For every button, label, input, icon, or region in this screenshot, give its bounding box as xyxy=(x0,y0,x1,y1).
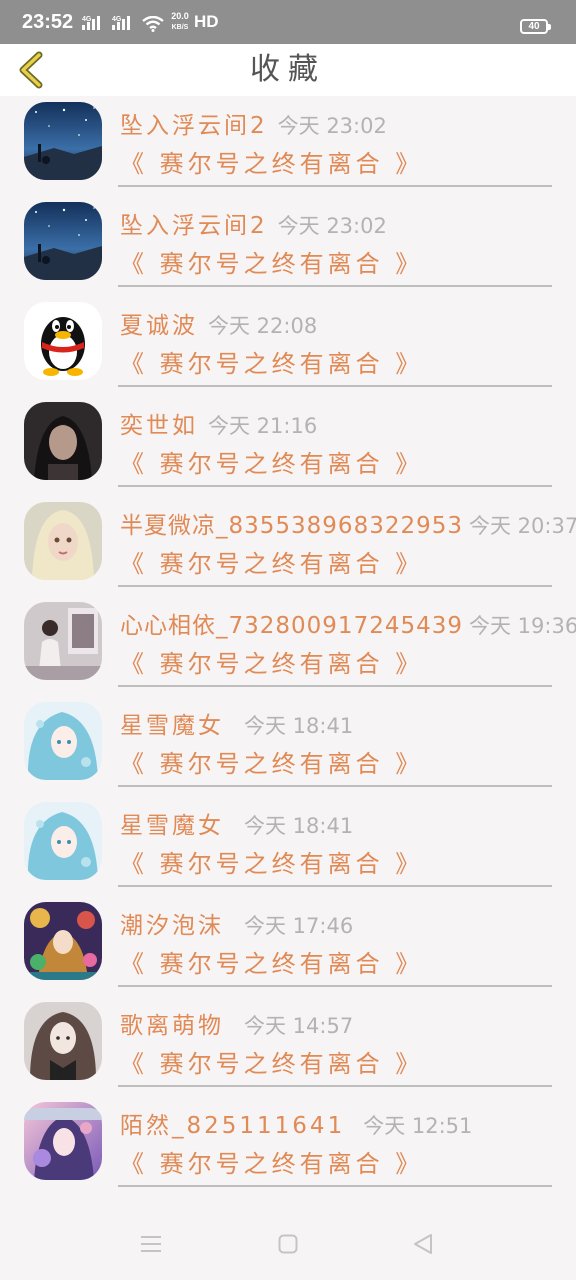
user-name: 潮汐泡沫 xyxy=(120,913,224,939)
divider xyxy=(118,585,552,587)
penguin-avatar xyxy=(24,302,102,380)
menu-icon[interactable] xyxy=(140,1235,162,1257)
item-text: 星雪魔女 今天 18:41 《 赛尔号之终有离合 》 xyxy=(120,706,566,782)
user-name: 陌然_825111641 xyxy=(120,1113,346,1139)
item-text: 坠入浮云间2 今天 23:02 《 赛尔号之终有离合 》 xyxy=(120,106,566,182)
item-text: 奕世如 今天 21:16 《 赛尔号之终有离合 》 xyxy=(120,406,566,482)
divider xyxy=(118,1085,552,1087)
item-time: 今天 22:08 xyxy=(208,314,318,338)
status-time: 23:52 xyxy=(22,11,74,33)
book-title[interactable]: 《 赛尔号之终有离合 》 xyxy=(120,346,566,382)
page-title: 收藏 xyxy=(250,52,326,87)
book-title[interactable]: 《 赛尔号之终有离合 》 xyxy=(120,646,566,682)
divider xyxy=(118,285,552,287)
item-time: 今天 21:16 xyxy=(208,414,318,438)
signal-icon: 4G xyxy=(82,15,108,35)
divider xyxy=(118,685,552,687)
item-text: 陌然_825111641 今天 12:51 《 赛尔号之终有离合 》 xyxy=(120,1106,566,1182)
list-item[interactable]: 奕世如 今天 21:16 《 赛尔号之终有离合 》 xyxy=(0,396,576,496)
back-triangle-icon[interactable] xyxy=(412,1233,434,1259)
user-name: 坠入浮云间2 xyxy=(120,113,268,139)
divider xyxy=(118,785,552,787)
list-item[interactable]: 半夏微凉_835538968322953 今天 20:37 《 赛尔号之终有离合 … xyxy=(0,496,576,596)
item-time: 今天 18:41 xyxy=(244,714,354,738)
item-text: 心心相依_732800917245439 今天 19:36 《 赛尔号之终有离合 … xyxy=(120,606,576,682)
list-item[interactable]: 夏诚波 今天 22:08 《 赛尔号之终有离合 》 xyxy=(0,296,576,396)
list-item[interactable]: 星雪魔女 今天 18:41 《 赛尔号之终有离合 》 xyxy=(0,696,576,796)
user-name: 星雪魔女 xyxy=(120,713,224,739)
divider xyxy=(118,385,552,387)
user-name: 坠入浮云间2 xyxy=(120,213,268,239)
item-time: 今天 23:02 xyxy=(277,214,387,238)
item-time: 今天 12:51 xyxy=(363,1114,473,1138)
colorful-anime-avatar xyxy=(24,902,102,980)
header-bar: 收藏 xyxy=(0,44,576,96)
user-name: 心心相依_732800917245439 xyxy=(120,613,463,639)
partial-avatar xyxy=(24,1108,102,1120)
book-title[interactable]: 《 赛尔号之终有离合 》 xyxy=(120,746,566,782)
night-sky-avatar xyxy=(24,102,102,180)
divider xyxy=(118,185,552,187)
user-name: 夏诚波 xyxy=(120,313,198,339)
network-speed: 20.0 KB/S xyxy=(170,11,190,33)
item-time: 今天 14:57 xyxy=(244,1014,354,1038)
item-text: 夏诚波 今天 22:08 《 赛尔号之终有离合 》 xyxy=(120,306,566,382)
hd-indicator: HD xyxy=(194,12,219,31)
doll-avatar xyxy=(24,502,102,580)
item-text: 半夏微凉_835538968322953 今天 20:37 《 赛尔号之终有离合 … xyxy=(120,506,576,582)
list-item[interactable]: 心心相依_732800917245439 今天 19:36 《 赛尔号之终有离合 … xyxy=(0,596,576,696)
list-item[interactable]: 坠入浮云间2 今天 23:02 《 赛尔号之终有离合 》 xyxy=(0,196,576,296)
book-title[interactable]: 《 赛尔号之终有离合 》 xyxy=(120,246,566,282)
item-text: 潮汐泡沫 今天 17:46 《 赛尔号之终有离合 》 xyxy=(120,906,566,982)
divider xyxy=(118,485,552,487)
book-title[interactable]: 《 赛尔号之终有离合 》 xyxy=(120,446,566,482)
status-bar: 23:52 4G 4G 20.0 KB/S HD 40 xyxy=(0,0,576,44)
book-title[interactable]: 《 赛尔号之终有离合 》 xyxy=(120,1146,566,1182)
signal-icon: 4G xyxy=(112,15,138,35)
list-item[interactable]: 潮汐泡沫 今天 17:46 《 赛尔号之终有离合 》 xyxy=(0,896,576,996)
battery-icon: 40 xyxy=(520,19,551,34)
item-text: 坠入浮云间2 今天 23:02 《 赛尔号之终有离合 》 xyxy=(120,206,566,282)
list-item[interactable]: 星雪魔女 今天 18:41 《 赛尔号之终有离合 》 xyxy=(0,796,576,896)
blue-anime-avatar xyxy=(24,702,102,780)
home-icon[interactable] xyxy=(278,1234,298,1258)
item-text: 歌离萌物 今天 14:57 《 赛尔号之终有离合 》 xyxy=(120,1006,566,1082)
system-nav-bar xyxy=(0,1208,576,1280)
divider xyxy=(118,1185,552,1187)
book-title[interactable]: 《 赛尔号之终有离合 》 xyxy=(120,846,566,882)
item-text: 星雪魔女 今天 18:41 《 赛尔号之终有离合 》 xyxy=(120,806,566,882)
book-title[interactable]: 《 赛尔号之终有离合 》 xyxy=(120,1046,566,1082)
dark-portrait-avatar xyxy=(24,402,102,480)
sketch-anime-avatar xyxy=(24,1002,102,1080)
wifi-icon xyxy=(142,15,164,36)
network-type-label: 4G xyxy=(82,16,92,23)
network-speed-unit: KB/S xyxy=(171,24,189,31)
battery-level: 40 xyxy=(528,21,540,32)
item-time: 今天 17:46 xyxy=(244,914,354,938)
list-item[interactable]: 坠入浮云间2 今天 23:02 《 赛尔号之终有离合 》 xyxy=(0,96,576,196)
blue-anime-avatar xyxy=(24,802,102,880)
item-time: 今天 20:37 xyxy=(469,514,576,538)
divider xyxy=(118,885,552,887)
user-name: 星雪魔女 xyxy=(120,813,224,839)
item-time: 今天 19:36 xyxy=(469,614,576,638)
user-name: 歌离萌物 xyxy=(120,1013,224,1039)
item-time: 今天 18:41 xyxy=(244,814,354,838)
night-sky-avatar xyxy=(24,202,102,280)
book-title[interactable]: 《 赛尔号之终有离合 》 xyxy=(120,946,566,982)
book-title[interactable]: 《 赛尔号之终有离合 》 xyxy=(120,546,566,582)
user-name: 奕世如 xyxy=(120,413,198,439)
user-name: 半夏微凉_835538968322953 xyxy=(120,513,463,539)
network-speed-value: 20.0 xyxy=(171,11,189,21)
list-item[interactable]: 歌离萌物 今天 14:57 《 赛尔号之终有离合 》 xyxy=(0,996,576,1096)
book-title[interactable]: 《 赛尔号之终有离合 》 xyxy=(120,146,566,182)
divider xyxy=(118,985,552,987)
item-time: 今天 23:02 xyxy=(277,114,387,138)
room-photo-avatar xyxy=(24,602,102,680)
network-type-label: 4G xyxy=(112,16,122,23)
